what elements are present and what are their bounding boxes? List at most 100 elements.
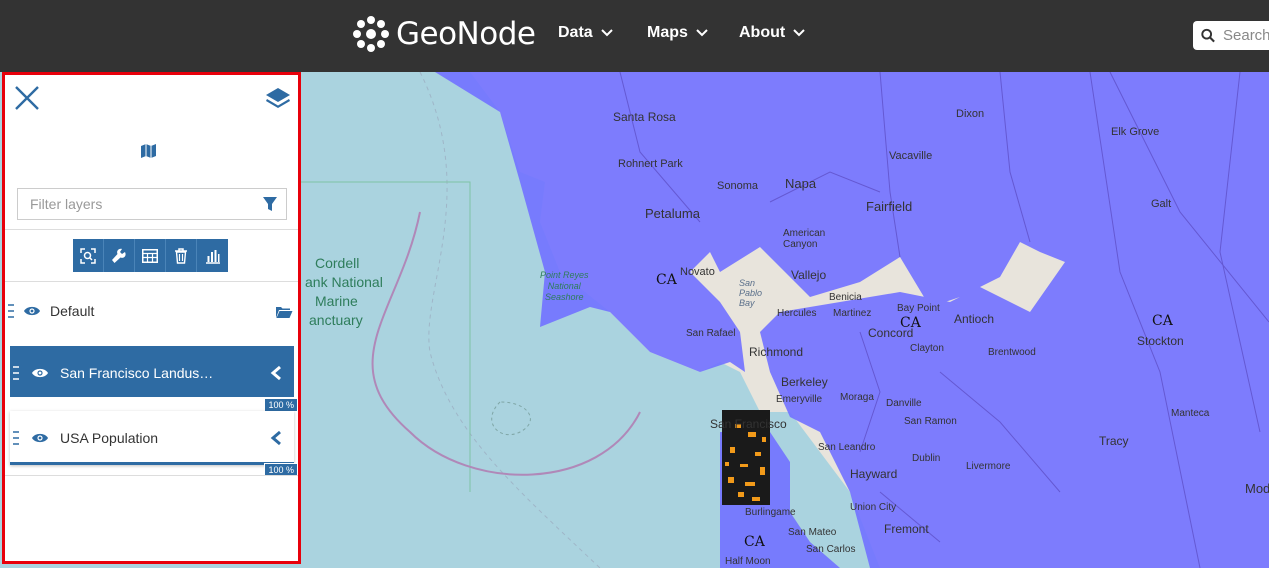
top-navbar: GeoNode Data Maps About [0, 0, 1269, 72]
nav-maps-label: Maps [647, 24, 688, 41]
nav-about-label: About [739, 24, 786, 41]
map-label-american-canyon: American Canyon [783, 228, 826, 250]
nav-data-label: Data [558, 24, 593, 41]
table-icon [142, 248, 158, 263]
search-box [1193, 21, 1269, 50]
map-label-dublin: Dublin [912, 453, 941, 464]
drag-handle-icon[interactable] [13, 431, 19, 445]
nav-about-menu[interactable]: About [739, 24, 805, 42]
opacity-slider[interactable] [10, 462, 294, 465]
group-label: Default [50, 303, 95, 319]
map-label-emeryville: Emeryville [776, 394, 823, 405]
chevron-left-icon[interactable] [270, 365, 282, 381]
map-label-san-pablo-bay: San Pablo Bay [739, 278, 763, 308]
divider [5, 229, 298, 230]
map-label-clayton: Clayton [910, 343, 944, 354]
geonode-logo[interactable]: GeoNode [352, 14, 536, 54]
map-label-point-reyes: Point Reyes National Seashore [540, 270, 589, 303]
visibility-eye-icon[interactable] [31, 367, 49, 379]
map-label-burlingame: Burlingame [745, 507, 796, 518]
filter-layers-input[interactable] [30, 196, 250, 212]
layers-panel: Default San Francisco Landus… 100 % USA … [2, 72, 301, 564]
divider [5, 475, 298, 476]
opacity-slider[interactable] [10, 397, 294, 400]
nav-data-menu[interactable]: Data [558, 24, 613, 42]
widgets-button[interactable] [197, 239, 228, 272]
map-label-point-reyes-line: National [547, 281, 581, 291]
map-label-cordell-line: anctuary [309, 312, 363, 328]
map-label-ca: CA [656, 272, 677, 288]
map-label-point-reyes-line: Point Reyes [540, 270, 589, 280]
map-label-san-ramon: San Ramon [904, 416, 957, 427]
layer-settings-button[interactable] [104, 239, 135, 272]
map-label-rohnert-park: Rohnert Park [618, 158, 683, 170]
chevron-down-icon [600, 29, 613, 37]
ocean-contour [491, 401, 531, 436]
map-label-san-francisco: San Francisco [710, 417, 787, 431]
map-label-danville: Danville [886, 398, 922, 409]
map-label-san-leandro: San Leandro [818, 442, 876, 453]
map-label-brentwood: Brentwood [988, 347, 1036, 358]
trash-icon [175, 247, 187, 264]
map-label-union-city: Union City [850, 502, 897, 513]
search-input[interactable] [1223, 27, 1269, 44]
layer-name: USA Population [60, 430, 159, 446]
bar-chart-icon [205, 249, 220, 264]
usa-population-polygon [435, 72, 1269, 568]
map-label-antioch: Antioch [954, 312, 995, 326]
layers-icon [266, 88, 290, 108]
layers-button[interactable] [264, 86, 292, 117]
map-label-elk-grove: Elk Grove [1111, 126, 1160, 138]
folder-open-icon[interactable] [275, 305, 293, 319]
map-label-manteca: Manteca [1171, 408, 1210, 419]
map-label-moraga: Moraga [840, 392, 874, 403]
zoom-to-extent-icon [80, 247, 96, 264]
brand-name: GeoNode [396, 16, 536, 52]
delete-layer-button[interactable] [166, 239, 197, 272]
map-label-novato: Novato [680, 266, 715, 278]
map-label-berkeley: Berkeley [781, 375, 828, 389]
visibility-eye-icon[interactable] [23, 305, 41, 317]
map-label-san-carlos: San Carlos [806, 544, 856, 555]
zoom-to-layer-button[interactable] [73, 239, 104, 272]
close-panel-button[interactable] [13, 84, 41, 117]
map-label-vallejo: Vallejo [791, 268, 827, 282]
drag-handle-icon[interactable] [8, 304, 14, 318]
map-label-stockton: Stockton [1137, 334, 1184, 348]
map-label-hercules: Hercules [777, 308, 817, 319]
geonode-flower-icon [353, 16, 389, 52]
map-label-modesto: Mod [1245, 481, 1269, 496]
chevron-down-icon [696, 29, 708, 37]
map-label-cordell: Cordell ank National Marine anctuary [305, 254, 383, 330]
drag-handle-icon[interactable] [13, 366, 19, 380]
map-label-sonoma: Sonoma [717, 180, 758, 192]
map-label-hayward: Hayward [850, 467, 898, 481]
attribute-table-button[interactable] [135, 239, 166, 272]
chevron-left-icon[interactable] [270, 430, 282, 446]
map-label-martinez: Martinez [833, 308, 872, 319]
visibility-eye-icon[interactable] [31, 432, 49, 444]
map-label-tracy: Tracy [1099, 434, 1129, 448]
map-add-icon [141, 144, 156, 158]
opacity-value: 100 % [264, 398, 298, 412]
close-icon [15, 86, 39, 110]
map-label-benicia: Benicia [829, 292, 862, 303]
divider [5, 281, 298, 282]
map-label-santa-rosa: Santa Rosa [613, 110, 676, 124]
map-label-richmond: Richmond [749, 345, 804, 359]
add-layer-button[interactable] [140, 143, 158, 164]
map-label-napa: Napa [785, 176, 817, 191]
map-label-dixon: Dixon [956, 108, 985, 120]
layer-item-san-francisco-landuse[interactable]: San Francisco Landus… 100 % [10, 346, 298, 412]
map-label-san-mateo: San Mateo [788, 527, 837, 538]
map-label-cordell-line: ank National [305, 274, 383, 290]
filter-icon[interactable] [262, 196, 278, 212]
map-label-galt: Galt [1151, 198, 1172, 210]
layer-group-default[interactable]: Default [5, 297, 298, 325]
map-label-san-rafael: San Rafael [686, 328, 736, 339]
search-icon[interactable] [1201, 28, 1215, 43]
map-label-fremont: Fremont [884, 522, 929, 536]
filter-layers-field [17, 188, 287, 220]
nav-maps-menu[interactable]: Maps [647, 24, 708, 42]
layer-item-usa-population[interactable]: USA Population 100 % [10, 411, 298, 477]
